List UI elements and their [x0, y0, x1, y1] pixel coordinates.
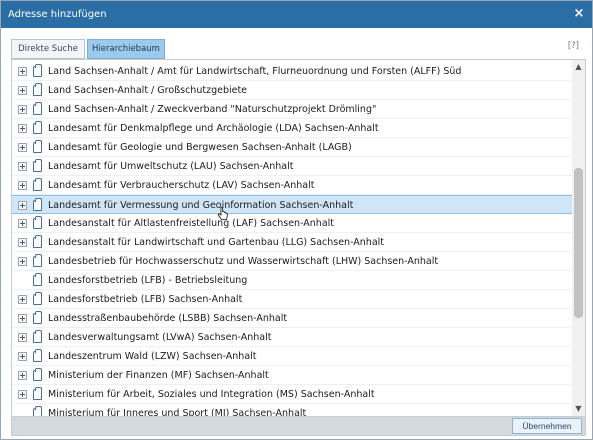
tree-list: Land Sachsen-Anhalt / Amt für Landwirtsc… [12, 60, 572, 416]
tree-row[interactable]: Landesamt für Verbraucherschutz (LAV) Sa… [12, 176, 572, 195]
dialog-titlebar: Adresse hinzufügen × [1, 1, 592, 28]
expand-plus-icon[interactable] [18, 390, 27, 399]
tree-row[interactable]: Landesanstalt für Landwirtschaft und Gar… [12, 233, 572, 252]
expand-plus-icon[interactable] [18, 162, 27, 171]
tree-row[interactable]: Landesamt für Geologie und Bergwesen Sac… [12, 138, 572, 157]
tree-row[interactable]: Ministerium der Finanzen (MF) Sachsen-An… [12, 366, 572, 385]
folder-icon [33, 235, 42, 248]
folder-icon [33, 368, 42, 381]
tree-row[interactable]: Landeszentrum Wald (LZW) Sachsen-Anhalt [12, 347, 572, 366]
tree-row-label: Ministerium für Arbeit, Soziales und Int… [48, 389, 375, 400]
expand-plus-icon[interactable] [18, 67, 27, 76]
folder-icon [33, 349, 42, 362]
tree-row-label: Landesforstbetrieb (LFB) Sachsen-Anhalt [48, 294, 243, 305]
tree-row[interactable]: Landesverwaltungsamt (LVwA) Sachsen-Anha… [12, 328, 572, 347]
expand-plus-icon[interactable] [18, 352, 27, 361]
folder-icon [33, 254, 42, 267]
tree-row-label: Landesstraßenbaubehörde (LSBB) Sachsen-A… [48, 313, 288, 324]
tree-row-label: Land Sachsen-Anhalt / Großschutzgebiete [48, 85, 248, 96]
expand-plus-icon[interactable] [18, 105, 27, 114]
tree-row-label: Ministerium für Inneres und Sport (MI) S… [48, 408, 307, 416]
tree-row[interactable]: Landesforstbetrieb (LFB) Sachsen-Anhalt [12, 290, 572, 309]
folder-icon [33, 216, 42, 229]
expand-plus-icon[interactable] [18, 371, 27, 380]
expand-plus-icon[interactable] [18, 201, 27, 210]
expand-plus-icon[interactable] [18, 181, 27, 190]
tree-row[interactable]: Land Sachsen-Anhalt / Großschutzgebiete [12, 81, 572, 100]
tree-row[interactable]: Landesamt für Umweltschutz (LAU) Sachsen… [12, 157, 572, 176]
folder-icon [33, 159, 42, 172]
tree-row-label: Landesamt für Verbraucherschutz (LAV) Sa… [48, 180, 315, 191]
folder-icon [33, 292, 42, 305]
tree-row[interactable]: Landesstraßenbaubehörde (LSBB) Sachsen-A… [12, 309, 572, 328]
folder-icon [33, 406, 42, 416]
expand-plus-icon[interactable] [18, 124, 27, 133]
vertical-scrollbar[interactable]: ▲ ▼ [572, 60, 585, 416]
folder-icon [33, 64, 42, 77]
tree-row[interactable]: Landesamt für Vermessung und Geoinformat… [12, 195, 572, 220]
expand-plus-icon[interactable] [18, 86, 27, 95]
tab-direct-search[interactable]: Direkte Suche [11, 39, 85, 59]
tree-row[interactable]: Ministerium für Inneres und Sport (MI) S… [12, 404, 572, 416]
add-address-dialog: Adresse hinzufügen × Direkte Suche Hiera… [0, 0, 593, 440]
folder-icon [33, 387, 42, 400]
tree-row[interactable]: Land Sachsen-Anhalt / Amt für Landwirtsc… [12, 62, 572, 81]
help-link[interactable]: [?] [568, 41, 579, 51]
folder-icon [33, 121, 42, 134]
dialog-footer: Übernehmen [11, 417, 586, 436]
folder-icon [33, 330, 42, 343]
folder-icon [33, 273, 42, 286]
tree-row-label: Landesanstalt für Altlastenfreistellung … [48, 218, 335, 229]
tree-row-label: Landesverwaltungsamt (LVwA) Sachsen-Anha… [48, 332, 272, 343]
expand-plus-icon[interactable] [18, 333, 27, 342]
folder-icon [33, 140, 42, 153]
hierarchy-tree-panel: Land Sachsen-Anhalt / Amt für Landwirtsc… [11, 59, 586, 417]
tree-row-label: Landesamt für Umweltschutz (LAU) Sachsen… [48, 161, 294, 172]
tree-row-label: Landesamt für Geologie und Bergwesen Sac… [48, 142, 352, 153]
expand-plus-icon[interactable] [18, 314, 27, 323]
folder-icon [33, 102, 42, 115]
tree-row-label: Landesanstalt für Landwirtschaft und Gar… [48, 237, 385, 248]
tab-hierarchy-tree[interactable]: Hierarchiebaum [87, 39, 165, 59]
tree-row-label: Landeszentrum Wald (LZW) Sachsen-Anhalt [48, 351, 257, 362]
tree-row[interactable]: Landesforstbetrieb (LFB) - Betriebsleitu… [12, 271, 572, 290]
scrollbar-thumb[interactable] [574, 168, 583, 318]
tree-row[interactable]: Landesamt für Denkmalpflege und Archäolo… [12, 119, 572, 138]
tree-row-label: Landesbetrieb für Hochwasserschutz und W… [48, 256, 439, 267]
tree-row[interactable]: Land Sachsen-Anhalt / Zweckverband "Natu… [12, 100, 572, 119]
scroll-down-arrow-icon[interactable]: ▼ [572, 402, 585, 416]
tree-row-label: Landesforstbetrieb (LFB) - Betriebsleitu… [48, 275, 248, 286]
tree-row-label: Land Sachsen-Anhalt / Zweckverband "Natu… [48, 104, 377, 115]
folder-icon [33, 311, 42, 324]
tree-row-label: Land Sachsen-Anhalt / Amt für Landwirtsc… [48, 66, 462, 77]
folder-icon [33, 178, 42, 191]
submit-button[interactable]: Übernehmen [512, 418, 582, 434]
tree-row[interactable]: Landesanstalt für Altlastenfreistellung … [12, 214, 572, 233]
folder-icon [33, 83, 42, 96]
folder-icon [33, 198, 42, 211]
expand-plus-icon[interactable] [18, 238, 27, 247]
close-icon[interactable]: × [572, 6, 586, 22]
tree-row-label: Ministerium der Finanzen (MF) Sachsen-An… [48, 370, 269, 381]
expand-plus-icon[interactable] [18, 219, 27, 228]
expand-plus-icon[interactable] [18, 143, 27, 152]
tree-row[interactable]: Landesbetrieb für Hochwasserschutz und W… [12, 252, 572, 271]
dialog-title: Adresse hinzufügen [8, 9, 107, 20]
tree-row[interactable]: Ministerium für Arbeit, Soziales und Int… [12, 385, 572, 404]
tree-row-label: Landesamt für Denkmalpflege und Archäolo… [48, 123, 379, 134]
expand-plus-icon[interactable] [18, 257, 27, 266]
expand-plus-icon[interactable] [18, 295, 27, 304]
scroll-up-arrow-icon[interactable]: ▲ [572, 60, 585, 74]
tree-row-label: Landesamt für Vermessung und Geoinformat… [48, 200, 354, 211]
